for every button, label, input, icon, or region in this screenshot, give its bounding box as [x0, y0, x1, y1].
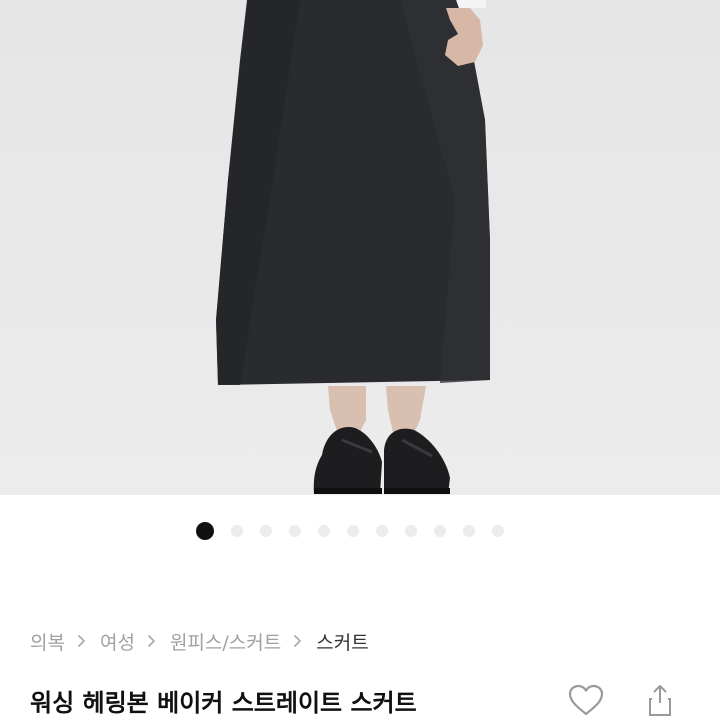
- breadcrumb-item-clothing[interactable]: 의복: [30, 628, 65, 655]
- product-title: 워싱 헤링본 베이커 스트레이트 스커트: [30, 689, 417, 717]
- pagination-dot[interactable]: [463, 525, 475, 537]
- breadcrumb-item-women[interactable]: 여성: [100, 628, 135, 655]
- pagination-dot[interactable]: [260, 525, 272, 537]
- breadcrumb-item-dress-skirt[interactable]: 원피스/스커트: [170, 628, 281, 655]
- pagination-dot[interactable]: [347, 525, 359, 537]
- heart-outline-icon: [568, 684, 604, 716]
- chevron-right-icon: [77, 634, 86, 648]
- like-button[interactable]: [566, 680, 606, 720]
- pagination-dot[interactable]: [289, 525, 301, 537]
- breadcrumb-item-skirt[interactable]: 스커트: [316, 628, 368, 655]
- image-pagination: [0, 522, 720, 540]
- pagination-dot[interactable]: [434, 525, 446, 537]
- pagination-dot-active[interactable]: [196, 522, 214, 540]
- share-button[interactable]: [640, 680, 680, 720]
- product-image[interactable]: [0, 0, 720, 495]
- pagination-dot[interactable]: [318, 525, 330, 537]
- pagination-dot[interactable]: [231, 525, 243, 537]
- skirt-photo-illustration: [216, 0, 490, 494]
- pagination-dot[interactable]: [492, 525, 504, 537]
- pagination-dot[interactable]: [376, 525, 388, 537]
- pagination-dot[interactable]: [405, 525, 417, 537]
- breadcrumb: 의복 여성 원피스/스커트 스커트: [30, 628, 369, 654]
- chevron-right-icon: [293, 634, 302, 648]
- chevron-right-icon: [147, 634, 156, 648]
- share-icon: [649, 685, 671, 716]
